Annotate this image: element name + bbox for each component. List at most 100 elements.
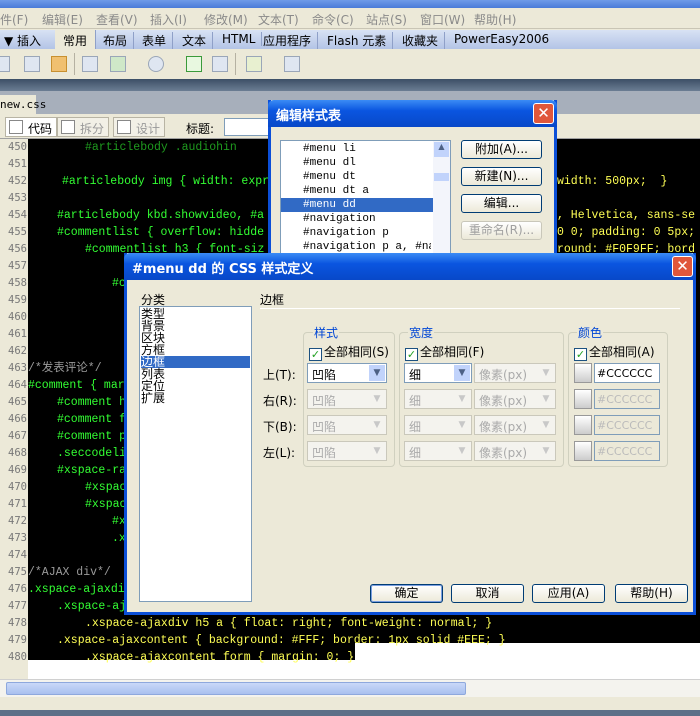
bottom-width-select[interactable]: 细 ▼ (404, 415, 472, 435)
comment-icon[interactable] (212, 56, 228, 72)
select-value: 细 (409, 446, 422, 460)
scroll-up-icon[interactable]: ▲ (434, 142, 449, 157)
scrollbar-thumb[interactable] (434, 173, 449, 181)
same-color-checkbox[interactable]: ✓ 全部相同(A) (574, 343, 655, 361)
menu-help[interactable]: 帮助(H) (474, 11, 516, 28)
design-view-button[interactable]: 设计 (113, 117, 166, 137)
hyperlink-icon[interactable] (0, 56, 10, 72)
category-list[interactable]: 类型 背景 区块 方框 边框 列表 定位 扩展 (139, 306, 252, 602)
split-view-button[interactable]: 拆分 (57, 117, 110, 137)
top-color-picker[interactable] (574, 363, 592, 383)
list-item[interactable]: #navigation (303, 212, 376, 226)
bottom-style-select[interactable]: 凹陷 ▼ (307, 415, 387, 435)
tab-html[interactable]: HTML (222, 32, 263, 46)
list-item[interactable]: #menu dt (303, 170, 356, 184)
table-icon[interactable] (82, 56, 98, 72)
category-extensions[interactable]: 扩展 (141, 392, 165, 404)
close-icon[interactable]: ✕ (672, 256, 693, 277)
top-unit-select[interactable]: 像素(px) ▼ (474, 363, 556, 383)
line-number: 466 (8, 413, 27, 425)
tab-application[interactable]: 应用程序 (263, 32, 319, 49)
list-item[interactable]: #menu li (303, 142, 356, 156)
tab-powereasy[interactable]: PowerEasy2006 (454, 32, 555, 46)
right-color-picker[interactable] (574, 389, 592, 409)
vertical-scrollbar[interactable]: ▲ (433, 141, 450, 269)
chevron-down-icon: ▼ (369, 443, 385, 459)
menu-text[interactable]: 文本(T) (258, 11, 299, 28)
menu-modify[interactable]: 修改(M) (204, 11, 248, 28)
side-label-right: 右(R): (263, 394, 297, 408)
menu-edit[interactable]: 编辑(E) (42, 11, 83, 28)
date-icon[interactable] (186, 56, 202, 72)
side-label-left: 左(L): (263, 446, 296, 460)
same-width-checkbox[interactable]: ✓ 全部相同(F) (405, 343, 484, 361)
chevron-down-icon: ▼ (454, 391, 470, 407)
edit-button[interactable]: 编辑... (461, 194, 542, 213)
right-width-select[interactable]: 细 ▼ (404, 389, 472, 409)
menu-view[interactable]: 查看(V) (96, 11, 138, 28)
email-link-icon[interactable] (24, 56, 40, 72)
media-icon[interactable] (148, 56, 164, 72)
new-button[interactable]: 新建(N)... (461, 167, 542, 186)
same-style-checkbox[interactable]: ✓ 全部相同(S) (309, 343, 389, 361)
rename-button[interactable]: 重命名(R)... (461, 221, 542, 240)
check-icon: ✓ (405, 348, 418, 361)
menu-insert[interactable]: 插入(I) (150, 11, 187, 28)
file-tab[interactable]: new.css (0, 95, 46, 114)
right-color-input[interactable]: #CCCCCC (594, 389, 660, 409)
tag-chooser-icon[interactable] (284, 56, 300, 72)
line-number: 462 (8, 345, 27, 357)
list-item[interactable]: #navigation p (303, 226, 389, 240)
line-number: 474 (8, 549, 27, 561)
top-style-select[interactable]: 凹陷 ▼ (307, 363, 387, 383)
list-item-selected[interactable]: #menu dd (281, 198, 433, 212)
left-style-select[interactable]: 凹陷 ▼ (307, 441, 387, 461)
bottom-color-picker[interactable] (574, 415, 592, 435)
tab-text[interactable]: 文本 (182, 32, 214, 49)
list-item[interactable]: #navigation p a, #nav: (303, 240, 431, 254)
bottom-color-input[interactable]: #CCCCCC (594, 415, 660, 435)
left-unit-select[interactable]: 像素(px) ▼ (474, 441, 556, 461)
menu-file[interactable]: 件(F) (0, 11, 28, 28)
apply-button[interactable]: 应用(A) (532, 584, 605, 603)
tab-common[interactable]: 常用 (55, 30, 97, 49)
top-width-select[interactable]: 细 ▼ (404, 363, 472, 383)
line-number: 467 (8, 430, 27, 442)
insert-bar-toggle[interactable]: ▼ 插入 (4, 32, 47, 49)
line-number: 470 (8, 481, 27, 493)
list-item[interactable]: #menu dl (303, 156, 356, 170)
top-color-input[interactable]: #CCCCCC (594, 363, 660, 383)
code-view-icon (9, 120, 23, 134)
code-line: #commentlist { overflow: hidde (57, 226, 265, 239)
left-color-input[interactable]: #CCCCCC (594, 441, 660, 461)
menu-site[interactable]: 站点(S) (366, 11, 407, 28)
attach-button[interactable]: 附加(A)... (461, 140, 542, 159)
tab-favorites[interactable]: 收藏夹 (402, 32, 446, 49)
menu-commands[interactable]: 命令(C) (312, 11, 354, 28)
style-list[interactable]: #menu li #menu dl #menu dt #menu dt a #m… (280, 140, 451, 270)
left-color-picker[interactable] (574, 441, 592, 461)
cancel-button[interactable]: 取消 (451, 584, 524, 603)
chevron-down-icon: ▼ (369, 417, 385, 433)
bottom-unit-select[interactable]: 像素(px) ▼ (474, 415, 556, 435)
image-icon[interactable] (110, 56, 126, 72)
code-comment: /*发表评论*/ (28, 362, 102, 375)
line-number: 479 (8, 634, 27, 646)
right-style-select[interactable]: 凹陷 ▼ (307, 389, 387, 409)
tab-forms[interactable]: 表单 (142, 32, 174, 49)
templates-icon[interactable] (246, 56, 262, 72)
anchor-icon[interactable] (51, 56, 67, 72)
right-unit-select[interactable]: 像素(px) ▼ (474, 389, 556, 409)
close-icon[interactable]: ✕ (533, 103, 554, 124)
code-view-button[interactable]: 代码 (5, 117, 58, 137)
ok-button[interactable]: 确定 (370, 584, 443, 603)
tab-flash[interactable]: Flash 元素 (327, 32, 394, 49)
horizontal-scrollbar[interactable] (0, 679, 700, 697)
menu-window[interactable]: 窗口(W) (420, 11, 465, 28)
line-number: 452 (8, 175, 27, 187)
help-button[interactable]: 帮助(H) (615, 584, 688, 603)
left-width-select[interactable]: 细 ▼ (404, 441, 472, 461)
scrollbar-thumb[interactable] (6, 682, 466, 695)
tab-layout[interactable]: 布局 (103, 32, 135, 49)
list-item[interactable]: #menu dt a (303, 184, 369, 198)
